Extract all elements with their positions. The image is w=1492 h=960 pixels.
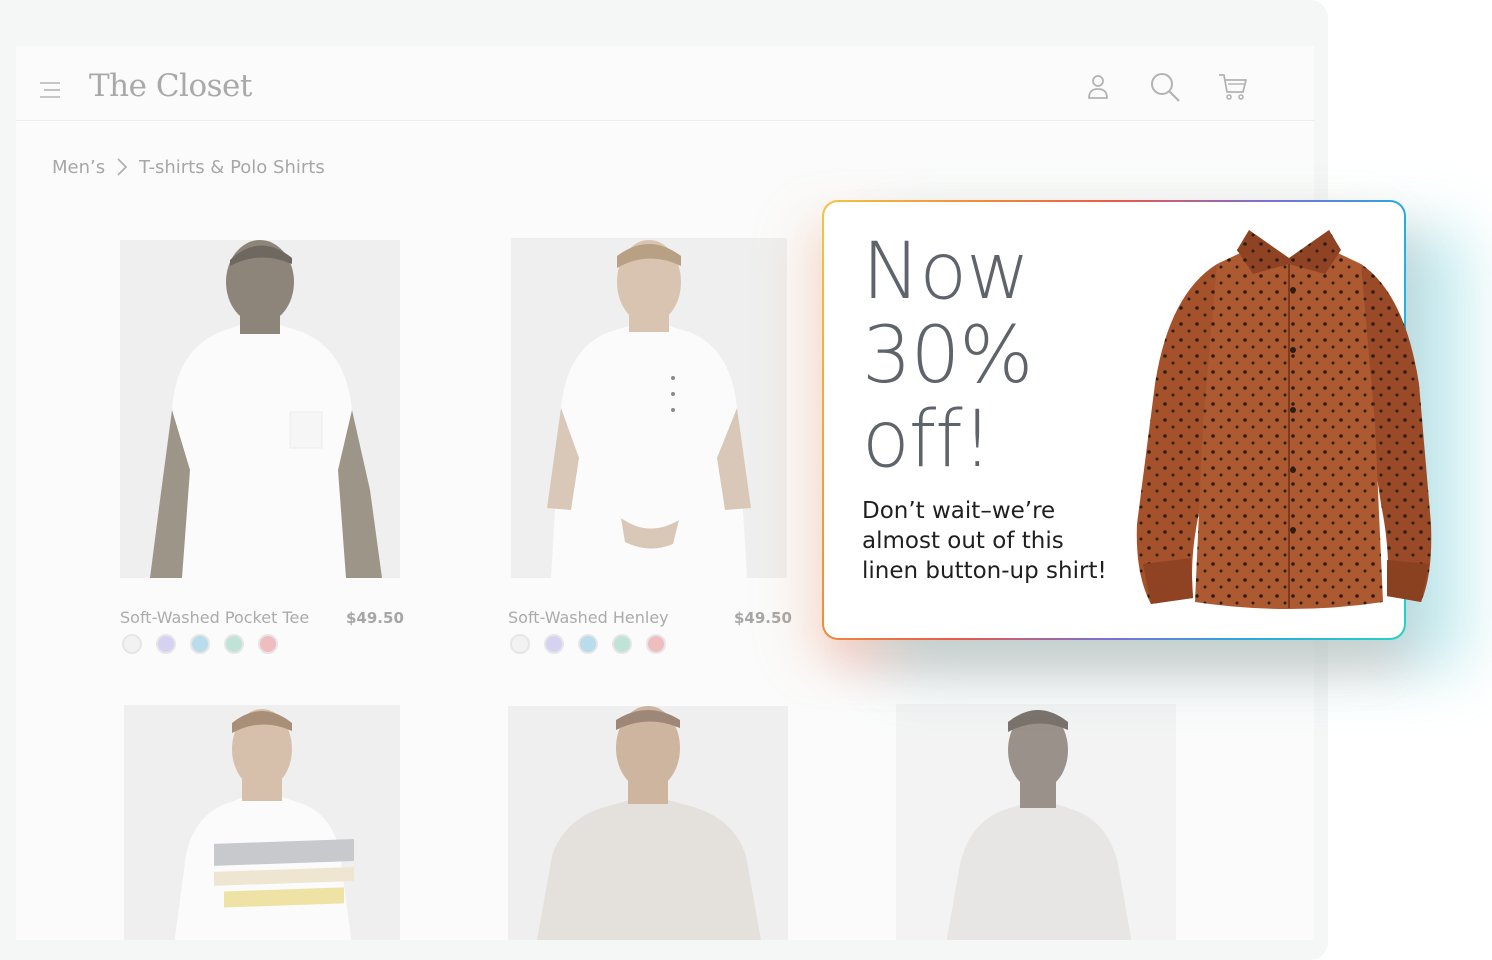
promo-card-inner: Now 30% off! Don’t wait–we’re almost out… xyxy=(824,202,1432,638)
search-icon[interactable] xyxy=(1148,70,1182,104)
product-name[interactable]: Soft-Washed Pocket Tee xyxy=(120,608,309,627)
product-photo[interactable] xyxy=(511,238,787,578)
color-swatches xyxy=(510,634,666,654)
product-photo[interactable] xyxy=(508,706,788,940)
promo-subtext-line: almost out of this xyxy=(862,528,1064,554)
swatch-white[interactable] xyxy=(510,634,530,654)
promo-subtext-line: Don’t wait–we’re xyxy=(862,498,1056,524)
product-photo[interactable] xyxy=(124,705,400,940)
shirt-product-image[interactable] xyxy=(1129,224,1433,614)
swatch-blue[interactable] xyxy=(190,634,210,654)
product-photo[interactable] xyxy=(120,240,400,578)
promo-headline-line: Now xyxy=(862,227,1030,317)
top-navigation-bar: The Closet xyxy=(16,46,1314,121)
brand-logo[interactable]: The Closet xyxy=(89,68,252,104)
swatch-red[interactable] xyxy=(646,634,666,654)
product-price: $49.50 xyxy=(734,609,792,627)
menu-icon[interactable] xyxy=(38,80,62,100)
breadcrumb-current[interactable]: T-shirts & Polo Shirts xyxy=(139,157,325,178)
promo-headline-line: 30% xyxy=(862,311,1033,401)
swatch-red[interactable] xyxy=(258,634,278,654)
swatch-green[interactable] xyxy=(612,634,632,654)
promo-subtext-line: linen button-up shirt! xyxy=(862,558,1107,584)
chevron-right-icon xyxy=(117,158,128,176)
promo-card[interactable]: Now 30% off! Don’t wait–we’re almost out… xyxy=(822,200,1432,640)
product-name[interactable]: Soft-Washed Henley xyxy=(508,608,669,627)
breadcrumb: Men’s T-shirts & Polo Shirts xyxy=(52,156,325,178)
cart-icon[interactable] xyxy=(1216,70,1250,104)
swatch-white[interactable] xyxy=(122,634,142,654)
user-icon[interactable] xyxy=(1081,70,1115,104)
product-photo[interactable] xyxy=(896,704,1176,940)
promo-headline-line: off! xyxy=(862,395,993,485)
promo-headline: Now 30% off! xyxy=(862,230,1122,482)
promo-subtext: Don’t wait–we’re almost out of this line… xyxy=(862,496,1132,586)
swatch-blue[interactable] xyxy=(578,634,598,654)
product-price: $49.50 xyxy=(346,609,404,627)
swatch-green[interactable] xyxy=(224,634,244,654)
swatch-lavender[interactable] xyxy=(156,634,176,654)
color-swatches xyxy=(122,634,278,654)
swatch-lavender[interactable] xyxy=(544,634,564,654)
breadcrumb-mens[interactable]: Men’s xyxy=(52,157,105,178)
